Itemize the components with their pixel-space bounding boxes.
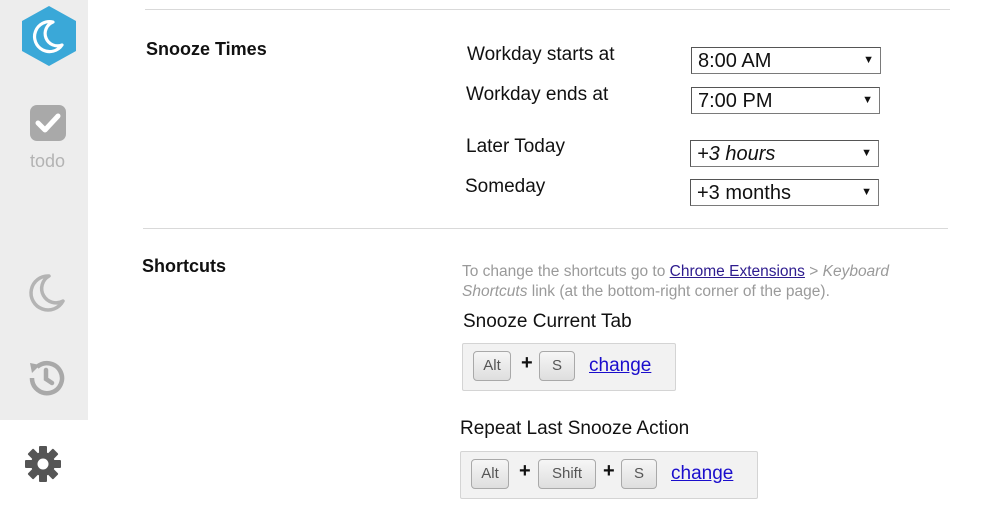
key-s: S	[539, 351, 575, 381]
workday-end-select[interactable]: 7:00 PM ▼	[691, 87, 880, 114]
snooze-times-title: Snooze Times	[146, 39, 267, 59]
chevron-down-icon: ▼	[861, 186, 872, 198]
someday-label: Someday	[465, 176, 546, 197]
chevron-down-icon: ▼	[862, 94, 873, 106]
section-divider	[143, 228, 948, 229]
key-s: S	[621, 459, 657, 489]
workday-end-label: Workday ends at	[466, 84, 609, 105]
change-shortcut-link[interactable]: change	[589, 355, 651, 377]
later-today-label: Later Today	[466, 136, 565, 157]
key-alt: Alt	[473, 351, 511, 381]
later-today-value: +3 hours	[697, 143, 776, 165]
someday-value: +3 months	[697, 182, 791, 204]
repeat-last-snooze-shortcut: Alt + Shift + S change	[460, 451, 758, 499]
plus-sign: +	[519, 460, 531, 482]
key-shift: Shift	[538, 459, 596, 489]
todo-checkbox-icon[interactable]	[26, 101, 70, 145]
chevron-down-icon: ▼	[861, 147, 872, 159]
plus-sign: +	[521, 352, 533, 374]
workday-start-select[interactable]: 8:00 AM ▼	[691, 47, 881, 74]
history-icon[interactable]	[23, 355, 69, 401]
shortcuts-title: Shortcuts	[142, 256, 227, 276]
help-separator: >	[804, 263, 823, 280]
moon-icon[interactable]	[24, 270, 68, 314]
key-alt: Alt	[471, 459, 509, 489]
snooze-logo-icon[interactable]	[20, 4, 78, 68]
someday-select[interactable]: +3 months ▼	[690, 179, 879, 206]
plus-sign: +	[603, 460, 615, 482]
change-shortcut-link[interactable]: change	[671, 463, 733, 485]
help-suffix: link (at the bottom-right corner of the …	[527, 283, 830, 300]
help-prefix: To change the shortcuts go to	[462, 263, 670, 280]
chrome-extensions-link[interactable]: Chrome Extensions	[670, 263, 805, 280]
chevron-down-icon: ▼	[863, 54, 874, 66]
later-today-select[interactable]: +3 hours ▼	[690, 140, 879, 167]
workday-start-value: 8:00 AM	[698, 50, 772, 72]
top-divider	[145, 9, 950, 10]
shortcuts-help-text: To change the shortcuts go to Chrome Ext…	[462, 262, 932, 302]
workday-start-label: Workday starts at	[467, 44, 615, 65]
workday-end-value: 7:00 PM	[698, 90, 773, 112]
snooze-current-tab-title: Snooze Current Tab	[463, 311, 632, 332]
todo-label[interactable]: todo	[0, 151, 95, 172]
gear-icon[interactable]	[22, 443, 64, 485]
snooze-current-tab-shortcut: Alt + S change	[462, 343, 676, 391]
repeat-last-snooze-title: Repeat Last Snooze Action	[460, 418, 690, 439]
